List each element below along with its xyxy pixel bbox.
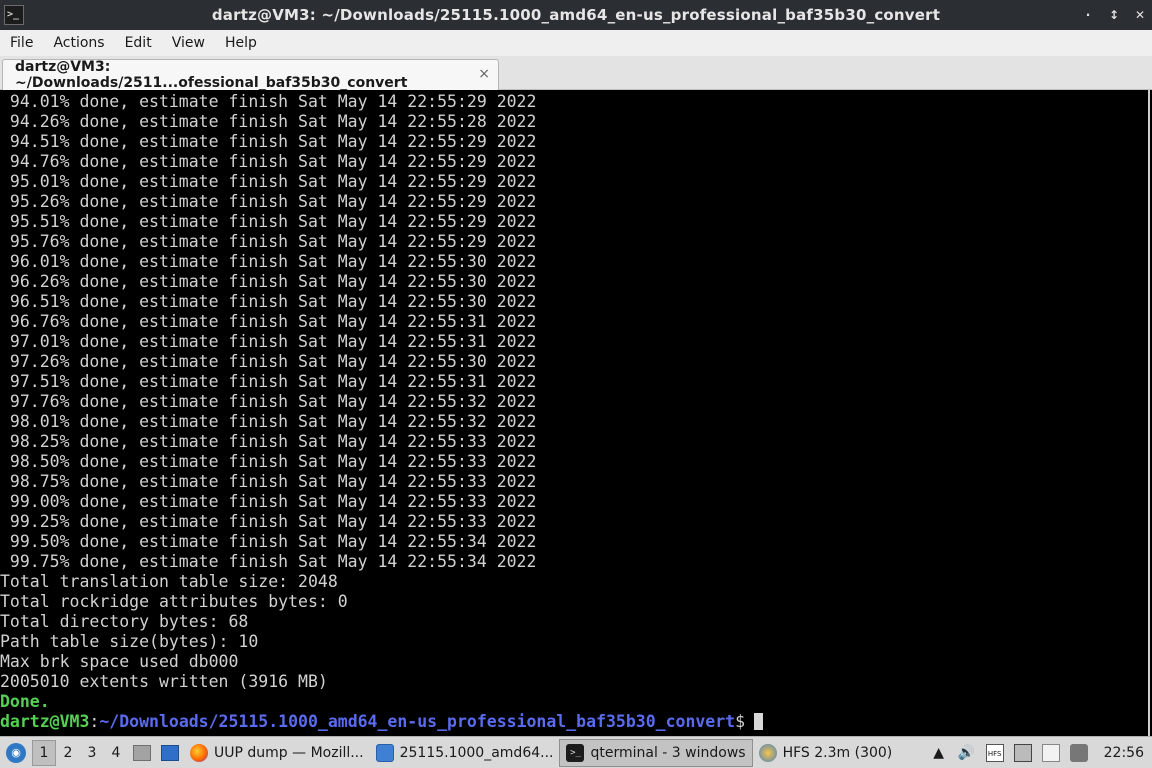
- terminal-tab[interactable]: dartz@VM3: ~/Downloads/2511...ofessional…: [2, 59, 499, 91]
- menu-actions[interactable]: Actions: [43, 30, 114, 56]
- firefox-icon: [190, 743, 208, 762]
- terminal-line: 95.01% done, estimate finish Sat May 14 …: [0, 172, 537, 191]
- terminal-line: 99.00% done, estimate finish Sat May 14 …: [0, 492, 537, 511]
- file-cabinet-icon: [133, 744, 151, 761]
- task-label: 25115.1000_amd64...: [399, 744, 554, 761]
- desktop-switch-1[interactable]: 1: [32, 739, 56, 766]
- terminal-line: Max brk space used db000: [0, 652, 239, 671]
- text-cursor: [754, 713, 764, 730]
- clipboard-icon[interactable]: [1041, 743, 1060, 762]
- clock[interactable]: 22:56: [1104, 745, 1144, 761]
- minimize-button[interactable]: ·: [1082, 8, 1094, 22]
- show-desktop-button[interactable]: [156, 737, 184, 768]
- window-titlebar[interactable]: >_ dartz@VM3: ~/Downloads/25115.1000_amd…: [0, 0, 1152, 30]
- terminal-line: 96.26% done, estimate finish Sat May 14 …: [0, 272, 537, 291]
- terminal-line: 97.51% done, estimate finish Sat May 14 …: [0, 372, 537, 391]
- file-manager-launcher[interactable]: [128, 737, 156, 768]
- volume-icon[interactable]: 🔊: [958, 744, 976, 762]
- task-file-manager[interactable]: 25115.1000_amd64...: [370, 737, 560, 768]
- terminal-line: 94.01% done, estimate finish Sat May 14 …: [0, 92, 537, 111]
- network-icon[interactable]: [1013, 743, 1032, 762]
- terminal-line: Total directory bytes: 68: [0, 612, 249, 631]
- prompt-line[interactable]: dartz@VM3:~/Downloads/25115.1000_amd64_e…: [0, 712, 1148, 732]
- terminal-line: Total translation table size: 2048: [0, 572, 338, 591]
- terminal-line: 94.76% done, estimate finish Sat May 14 …: [0, 152, 537, 171]
- hfs-icon: [758, 743, 777, 762]
- tab-label: dartz@VM3: ~/Downloads/2511...ofessional…: [15, 59, 408, 91]
- terminal-line: 96.76% done, estimate finish Sat May 14 …: [0, 312, 537, 331]
- done-line: Done.: [0, 692, 50, 711]
- terminal-line: 98.50% done, estimate finish Sat May 14 …: [0, 452, 537, 471]
- close-button[interactable]: ✕: [1134, 8, 1146, 22]
- terminal-line: Path table size(bytes): 10: [0, 632, 259, 651]
- task-firefox[interactable]: UUP dump — Mozill...: [184, 737, 370, 768]
- terminal-line: 94.26% done, estimate finish Sat May 14 …: [0, 112, 537, 131]
- menu-bar: File Actions Edit View Help: [0, 30, 1152, 56]
- task-label: UUP dump — Mozill...: [214, 744, 364, 761]
- notification-icon[interactable]: [1069, 743, 1088, 762]
- tab-bar: dartz@VM3: ~/Downloads/2511...ofessional…: [0, 56, 1152, 91]
- task-qterminal[interactable]: >_ qterminal - 3 windows: [559, 738, 753, 767]
- task-label: qterminal - 3 windows: [590, 744, 746, 761]
- lxqt-logo-icon: ◉: [6, 742, 26, 763]
- terminal-line: 97.76% done, estimate finish Sat May 14 …: [0, 392, 537, 411]
- terminal-line: 99.50% done, estimate finish Sat May 14 …: [0, 532, 537, 551]
- desktop-switch-3[interactable]: 3: [80, 737, 104, 768]
- desktop-switch-2[interactable]: 2: [56, 737, 80, 768]
- terminal-line: 95.76% done, estimate finish Sat May 14 …: [0, 232, 537, 251]
- terminal-line: 98.75% done, estimate finish Sat May 14 …: [0, 472, 537, 491]
- terminal-line: 97.26% done, estimate finish Sat May 14 …: [0, 352, 537, 371]
- window-controls: · ↕ ✕: [1082, 0, 1146, 30]
- terminal-line: 99.25% done, estimate finish Sat May 14 …: [0, 512, 537, 531]
- prompt-path: ~/Downloads/25115.1000_amd64_en-us_profe…: [99, 712, 736, 731]
- terminal-line: 96.01% done, estimate finish Sat May 14 …: [0, 252, 537, 271]
- task-hfs[interactable]: HFS 2.3m (300): [753, 737, 899, 768]
- terminal-line: 98.25% done, estimate finish Sat May 14 …: [0, 432, 537, 451]
- menu-help[interactable]: Help: [215, 30, 267, 56]
- prompt-symbol: $: [735, 712, 746, 731]
- menu-view[interactable]: View: [162, 30, 215, 56]
- start-menu-button[interactable]: ◉: [0, 737, 32, 768]
- desktop-switch-4[interactable]: 4: [104, 737, 128, 768]
- tab-close-icon[interactable]: ×: [478, 66, 490, 82]
- taskbar: ◉ 1 2 3 4 UUP dump — Mozill... 25115.100…: [0, 736, 1152, 768]
- folder-icon: [375, 743, 394, 762]
- terminal-line: 94.51% done, estimate finish Sat May 14 …: [0, 132, 537, 151]
- menu-file[interactable]: File: [0, 30, 43, 56]
- terminal-line: 98.01% done, estimate finish Sat May 14 …: [0, 412, 537, 431]
- system-tray: ▲ 🔊 HFS 22:56: [930, 743, 1152, 762]
- hfs-tray-icon[interactable]: HFS: [985, 743, 1004, 762]
- maximize-button[interactable]: ↕: [1108, 8, 1120, 22]
- show-desktop-icon: [161, 744, 179, 761]
- window-title: dartz@VM3: ~/Downloads/25115.1000_amd64_…: [211, 6, 941, 24]
- terminal-output[interactable]: 94.01% done, estimate finish Sat May 14 …: [0, 90, 1150, 736]
- terminal-icon: >_: [566, 743, 585, 762]
- terminal-app-icon[interactable]: >_: [4, 5, 24, 25]
- prompt-user: dartz@VM3: [0, 712, 90, 731]
- terminal-line: Total rockridge attributes bytes: 0: [0, 592, 348, 611]
- terminal-line: 97.01% done, estimate finish Sat May 14 …: [0, 332, 537, 351]
- terminal-line: 99.75% done, estimate finish Sat May 14 …: [0, 552, 537, 571]
- terminal-line: 2005010 extents written (3916 MB): [0, 672, 328, 691]
- menu-edit[interactable]: Edit: [115, 30, 162, 56]
- task-label: HFS 2.3m (300): [782, 744, 893, 761]
- terminal-line: 95.51% done, estimate finish Sat May 14 …: [0, 212, 537, 231]
- prompt-separator: :: [89, 712, 100, 731]
- up-arrow-icon[interactable]: ▲: [930, 744, 948, 762]
- terminal-line: 96.51% done, estimate finish Sat May 14 …: [0, 292, 537, 311]
- terminal-line: 95.26% done, estimate finish Sat May 14 …: [0, 192, 537, 211]
